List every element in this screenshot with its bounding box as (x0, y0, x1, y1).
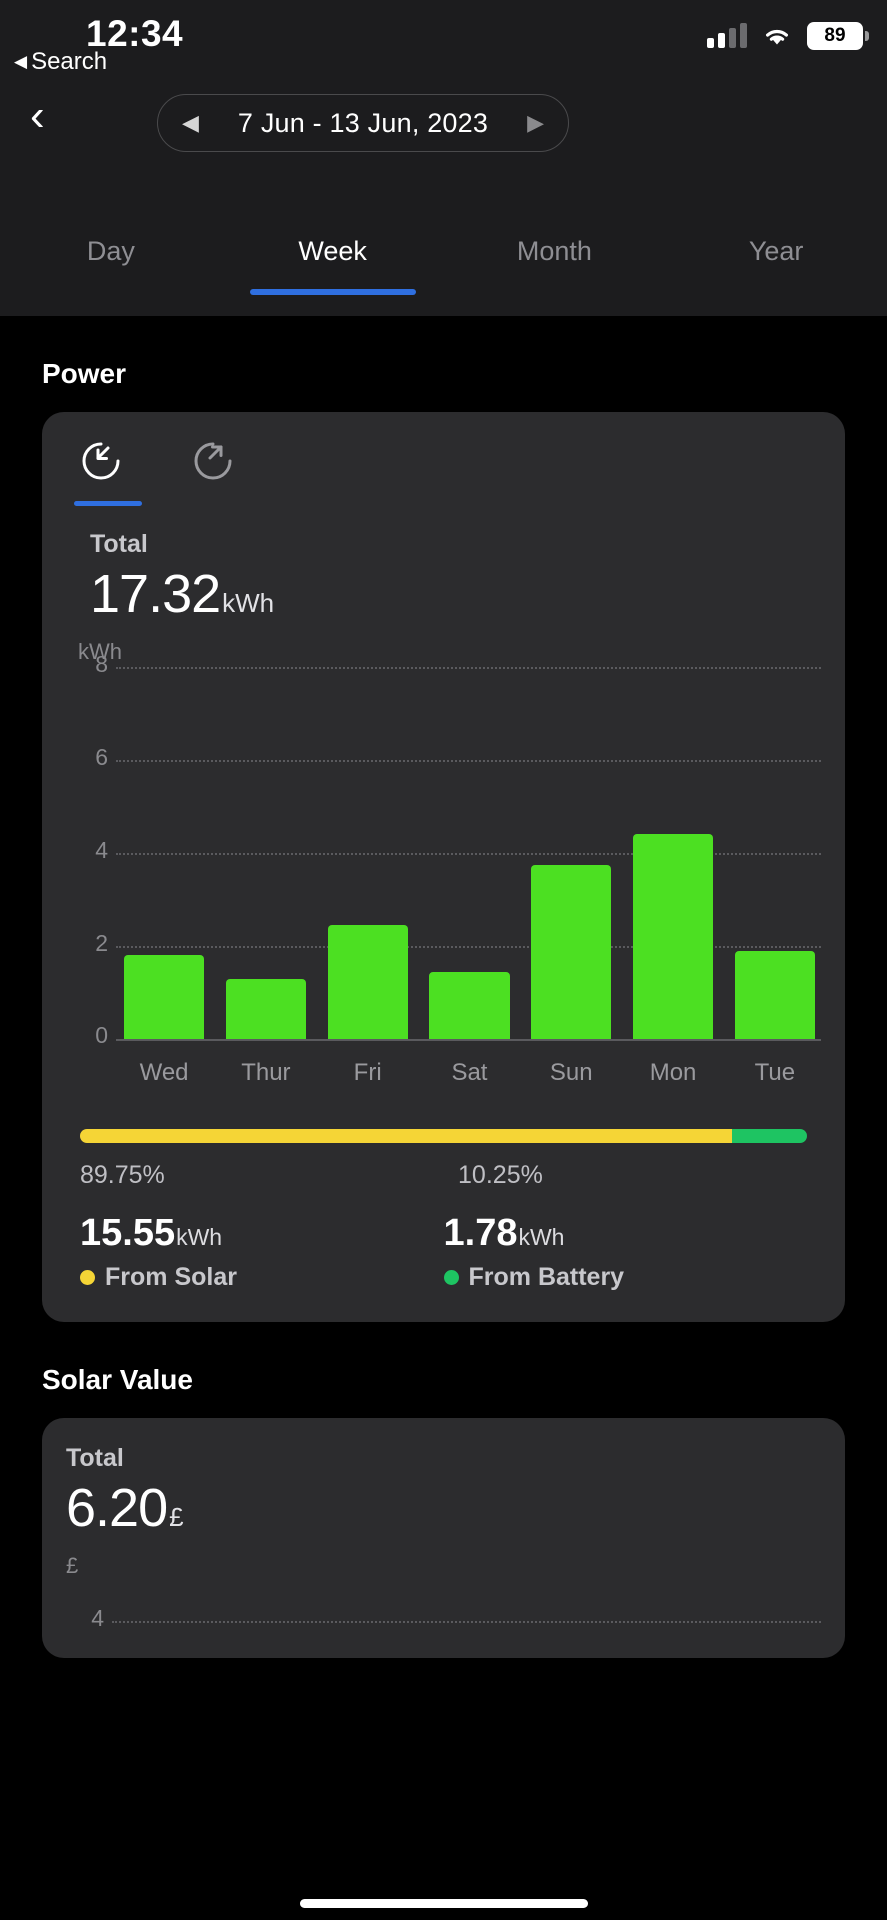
solar-total-number: 6.20 (66, 1478, 168, 1538)
chart-bar[interactable] (734, 950, 815, 1039)
source-split-percents: 89.75% 10.25% (80, 1161, 807, 1190)
solar-value: 15.55 kWh (80, 1212, 444, 1255)
chart-y-tick-label: 2 (95, 930, 108, 956)
solar-chart-gridline: 4 (91, 1605, 821, 1631)
date-range-selector[interactable]: ◀ 7 Jun - 13 Jun, 2023 ▶ (157, 94, 569, 152)
power-bar-chart: 2 4 6 8 0 Wed Thur Fri Sat Sun Mon Tue (66, 651, 821, 1087)
battery-share-segment (732, 1129, 807, 1143)
solar-legend-label: From Solar (105, 1263, 237, 1291)
chart-bars (124, 669, 815, 1039)
power-total-value: 17.32 kWh (66, 563, 821, 625)
previous-period-button[interactable]: ◀ (182, 110, 199, 136)
back-to-search-link[interactable]: ◀ Search (14, 48, 107, 76)
battery-legend-dot (443, 1270, 459, 1285)
main-content: Power Total 17.32 kWh kWh 2 4 6 8 0 Wed … (0, 358, 887, 1658)
chart-x-axis-labels: Wed Thur Fri Sat Sun Mon Tue (124, 1059, 815, 1087)
wifi-icon (761, 24, 793, 48)
solar-value-unit: kWh (176, 1224, 223, 1250)
chart-bar-column[interactable] (632, 669, 714, 1039)
chart-y-tick-label: 6 (95, 744, 108, 770)
chart-bar[interactable] (225, 978, 306, 1039)
energy-export-icon[interactable] (190, 438, 236, 484)
solar-total-value: 6.20 £ (66, 1477, 821, 1539)
chart-x-label: Sat (451, 1059, 488, 1086)
solar-total-unit: £ (169, 1502, 184, 1532)
solar-legend: From Solar (80, 1263, 444, 1292)
chart-bar[interactable] (327, 925, 408, 1039)
chart-bar[interactable] (429, 971, 510, 1039)
power-total-label: Total (90, 530, 148, 558)
range-tabs: Day Week Month Year (0, 232, 887, 282)
battery-value-number: 1.78 (443, 1212, 518, 1254)
chart-bar[interactable] (124, 955, 205, 1039)
chart-baseline (116, 1039, 821, 1041)
solar-value-section-title: Solar Value (42, 1364, 193, 1395)
status-bar-indicators: 89 (707, 22, 869, 50)
energy-import-icon[interactable] (78, 438, 124, 484)
solar-legend-dot (80, 1270, 95, 1285)
power-total-unit: kWh (222, 588, 275, 618)
chart-bar-column[interactable] (225, 669, 306, 1039)
tab-year[interactable]: Year (665, 232, 887, 267)
solar-percent: 89.75% (80, 1161, 165, 1189)
chart-y-tick-label: 0 (95, 1022, 108, 1048)
power-source-split: 89.75% 10.25% 15.55 kWh From Solar 1.78 … (66, 1129, 821, 1292)
tab-week[interactable]: Week (222, 232, 444, 267)
chart-y-tick-label: 4 (95, 837, 108, 863)
back-to-search-label: Search (31, 48, 108, 75)
chart-x-label: Sun (549, 1059, 593, 1086)
chart-bar-column[interactable] (124, 669, 205, 1039)
battery-legend-label: From Battery (468, 1263, 625, 1291)
chart-bar[interactable] (632, 834, 714, 1039)
source-split-bar (80, 1129, 807, 1143)
source-split-values: 15.55 kWh From Solar 1.78 kWh From Batte… (80, 1212, 807, 1292)
chart-bar-column[interactable] (531, 669, 612, 1039)
tab-month[interactable]: Month (444, 232, 666, 267)
power-total-number: 17.32 (90, 564, 221, 624)
battery-icon: 89 (807, 22, 869, 50)
battery-value: 1.78 kWh (444, 1212, 808, 1255)
chart-x-label: Wed (139, 1059, 189, 1086)
power-card: Total 17.32 kWh kWh 2 4 6 8 0 Wed Thur Fri Sat S… (42, 412, 845, 1322)
back-button[interactable]: ‹ (30, 94, 45, 138)
chart-x-label: Fri (353, 1059, 382, 1086)
status-bar: 12:34 89 ◀ Search (0, 0, 887, 78)
solar-value-card: Total 6.20 £ £ 4 (42, 1418, 845, 1658)
chart-bar-column[interactable] (429, 669, 510, 1039)
tab-day[interactable]: Day (0, 232, 222, 267)
battery-value-unit: kWh (518, 1224, 565, 1250)
chart-y-axis-unit: kWh (78, 639, 122, 664)
chart-x-label: Mon (649, 1059, 697, 1086)
battery-column: 1.78 kWh From Battery (443, 1212, 808, 1292)
next-period-button[interactable]: ▶ (527, 110, 544, 136)
back-triangle-icon: ◀ (14, 52, 28, 71)
battery-percent-label: 89 (824, 25, 846, 46)
power-section-title: Power (42, 358, 127, 389)
cellular-signal-icon (707, 23, 747, 48)
solar-column: 15.55 kWh From Solar (80, 1212, 444, 1292)
chart-x-label: Thur (241, 1059, 291, 1086)
solar-total-label: Total (66, 1444, 124, 1472)
home-indicator (299, 1899, 588, 1908)
solar-share-segment (80, 1129, 733, 1143)
tabs-underline-spacer (0, 282, 887, 316)
chart-bar-column[interactable] (734, 669, 815, 1039)
date-range-label: 7 Jun - 13 Jun, 2023 (237, 107, 489, 138)
solar-value-number: 15.55 (80, 1212, 176, 1254)
chart-y-tick-label: 8 (95, 651, 108, 677)
solar-bar-chart: 4 (66, 1593, 821, 1658)
nav-header: ‹ ◀ 7 Jun - 13 Jun, 2023 ▶ (0, 78, 887, 232)
solar-chart-tick-label: 4 (91, 1605, 104, 1631)
battery-percent: 10.25% (458, 1161, 543, 1189)
chart-bar-column[interactable] (327, 669, 408, 1039)
chart-x-label: Tue (754, 1059, 796, 1086)
battery-legend: From Battery (443, 1263, 808, 1292)
selected-icon-underline (74, 501, 142, 506)
chart-bar[interactable] (531, 864, 612, 1039)
power-card-toggle-group (66, 438, 821, 506)
solar-chart-unit: £ (66, 1553, 79, 1578)
